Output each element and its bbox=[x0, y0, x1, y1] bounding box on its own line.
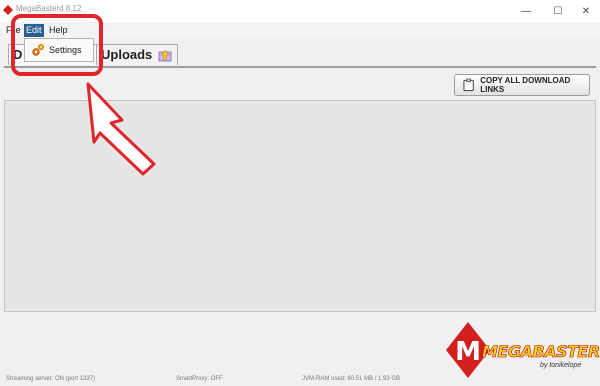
logo-wordmark: MEGABASTERD bbox=[482, 342, 600, 362]
maximize-button[interactable]: ☐ bbox=[544, 2, 572, 20]
copy-links-label: COPY ALL DOWNLOAD LINKS bbox=[480, 76, 571, 94]
tab-uploads-label: Uploads bbox=[101, 47, 153, 62]
window-title: MegaBasterd 8.12 bbox=[16, 4, 82, 13]
svg-text:M: M bbox=[455, 337, 481, 367]
megabasterd-logo: M MEGABASTERD by tonikelope bbox=[444, 320, 600, 382]
annotation-highlight-box bbox=[11, 14, 103, 76]
tab-uploads[interactable]: Uploads bbox=[96, 44, 178, 65]
copy-all-download-links-button[interactable]: COPY ALL DOWNLOAD LINKS bbox=[454, 74, 590, 96]
upload-icon bbox=[158, 49, 172, 61]
close-button[interactable]: ✕ bbox=[572, 2, 600, 20]
minimize-button[interactable]: — bbox=[512, 2, 540, 20]
status-streaming: Streaming server: ON (port 1337) bbox=[6, 376, 96, 382]
logo-byline: by tonikelope bbox=[540, 362, 582, 369]
status-jvm-ram: JVM-RAM used: 60.51 MB / 1.93 GB bbox=[302, 376, 401, 382]
app-logo-icon bbox=[3, 5, 13, 15]
clipboard-icon bbox=[463, 78, 474, 92]
status-smartproxy: SmartProxy: OFF bbox=[176, 376, 223, 382]
annotation-arrow-icon bbox=[86, 82, 156, 176]
